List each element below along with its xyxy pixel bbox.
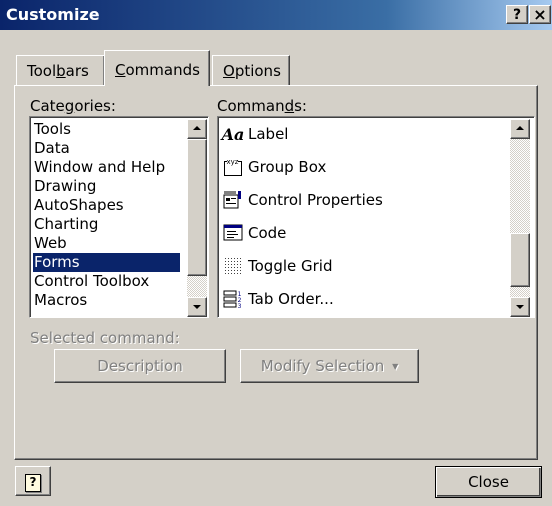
categories-list[interactable]: Tools Data Window and Help Drawing AutoShape…	[29, 116, 209, 318]
command-item[interactable]: 1 2 3 Tab Order...	[222, 283, 334, 315]
commands-scroll-thumb[interactable]	[510, 233, 530, 287]
label-icon: Aa	[221, 124, 245, 144]
tab-order-icon: 123	[222, 288, 244, 310]
commands-scroll-up-button[interactable]	[510, 119, 530, 139]
category-item[interactable]: Drawing	[33, 177, 180, 196]
command-item[interactable]: Control Properties	[222, 184, 383, 216]
close-button[interactable]: Close	[435, 466, 542, 498]
command-label: Label	[248, 125, 289, 143]
dropdown-arrow-icon: ▼	[392, 362, 399, 371]
category-item[interactable]: AutoShapes	[33, 196, 180, 215]
command-item[interactable]: Aa Label	[221, 118, 289, 150]
commands-scroll-down-button[interactable]	[510, 297, 530, 317]
category-item[interactable]: Charting	[33, 215, 180, 234]
category-item[interactable]: Forms	[33, 253, 180, 272]
categories-scroll-up-button[interactable]	[187, 119, 207, 139]
commands-label: Commands:	[217, 97, 307, 115]
code-icon	[222, 222, 244, 244]
selected-command-label: Selected command:	[30, 329, 180, 347]
category-item[interactable]: Web	[33, 234, 180, 253]
command-item[interactable]: xyz Group Box	[222, 151, 326, 183]
category-item[interactable]: Tools	[33, 120, 180, 139]
category-item[interactable]: Macros	[33, 291, 180, 310]
command-label: Code	[248, 224, 287, 242]
category-item[interactable]: Control Toolbox	[33, 272, 180, 291]
categories-label: Categories:	[30, 97, 116, 115]
help-icon: ?	[25, 474, 41, 492]
toggle-grid-icon	[222, 255, 244, 277]
help-button[interactable]: ?	[15, 466, 51, 496]
categories-scroll-thumb[interactable]	[187, 139, 207, 276]
command-label: Tab Order...	[248, 290, 334, 308]
group-box-icon: xyz	[222, 156, 244, 178]
command-label: Toggle Grid	[248, 257, 333, 275]
command-label: Control Properties	[248, 191, 383, 209]
command-item[interactable]: Code	[222, 217, 286, 249]
svg-text:3: 3	[238, 303, 242, 309]
category-item[interactable]: Data	[33, 139, 180, 158]
category-item[interactable]: Window and Help	[33, 158, 180, 177]
svg-text:xyz: xyz	[227, 158, 239, 166]
control-properties-icon	[222, 189, 244, 211]
command-label: Group Box	[248, 158, 327, 176]
commands-list[interactable]: Aa Label xyz Group Box Control Properties Cod…	[217, 116, 535, 318]
description-button[interactable]: Description	[54, 349, 226, 383]
categories-scrollbar[interactable]	[187, 119, 207, 317]
command-item[interactable]: Toggle Grid	[222, 250, 332, 282]
commands-scrollbar[interactable]	[510, 119, 530, 317]
categories-scroll-down-button[interactable]	[187, 297, 207, 317]
modify-selection-button[interactable]: Modify Selection ▼	[240, 349, 419, 383]
